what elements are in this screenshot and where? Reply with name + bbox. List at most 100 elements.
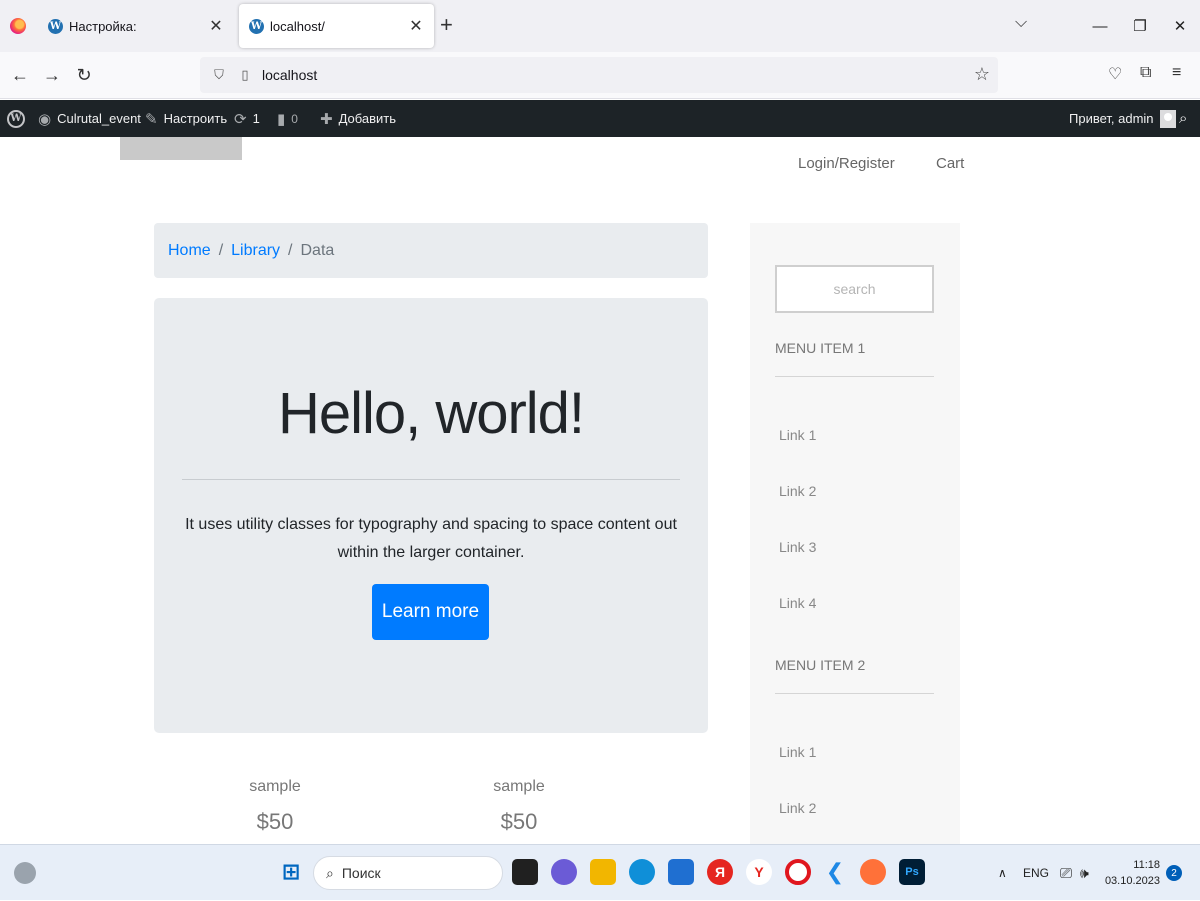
product-name: sample [493,778,545,795]
breadcrumb-home-link[interactable]: Home [168,242,211,260]
search-icon[interactable]: ⌕ [1179,100,1187,137]
volume-icon[interactable]: 🕪 [1080,845,1089,901]
edge-icon[interactable] [629,859,655,885]
tab-title: localhost/ [270,18,325,34]
wordpress-icon: W [48,18,63,34]
cart-link[interactable]: Cart [936,155,964,172]
tab-list-chevron-icon[interactable]: ⌵ [1015,14,1027,32]
widgets-icon[interactable] [14,862,36,884]
clock-date: 03.10.2023 [1104,875,1160,887]
browser-navbar: ← → ↻ ⛉ ▯ localhost ☆ ♡ ⧉ ≡ [0,52,1200,99]
site-name-link[interactable]: ◉ Culrutal_event [38,100,141,137]
sidebar-link[interactable]: Link 2 [779,483,816,499]
tray-chevron-icon[interactable]: ∧ [998,845,1007,901]
windows-taskbar: ⊞ ⌕ Поиск Я Y ❮ Ps ∧ ENG ⎚ 🕪 11:18 03.10… [0,844,1200,900]
browser-tab-strip: W Настройка: ✕ W localhost/ ✕ + ⌵ — ❐ ✕ [0,0,1200,52]
sidebar-link[interactable]: Link 1 [779,744,816,760]
customize-label: Настроить [163,111,228,126]
bookmark-star-icon[interactable]: ☆ [974,64,990,85]
comments-link[interactable]: ▮ 0 [277,100,298,137]
wordpress-icon: W [7,109,25,128]
search-input[interactable] [775,265,934,313]
yandex-icon[interactable]: Я [707,859,733,885]
reload-icon[interactable]: ↻ [72,64,96,86]
product-card[interactable]: sample $50 [459,778,579,835]
wordpress-icon: W [249,18,264,34]
search-icon: ⌕ [326,864,334,881]
sidebar-link[interactable]: Link 3 [779,539,816,555]
close-icon[interactable]: ✕ [408,16,424,36]
url-bar[interactable]: ⛉ ▯ localhost ☆ [200,57,998,93]
tab-localhost[interactable]: W localhost/ ✕ [239,4,434,48]
opera-icon[interactable] [785,859,811,885]
learn-more-button[interactable]: Learn more [372,584,489,640]
product-price: $50 [256,809,294,834]
breadcrumb-library-link[interactable]: Library [231,242,280,260]
firefox-menu-button[interactable] [0,0,36,52]
minimize-button[interactable]: — [1080,18,1120,35]
add-new-link[interactable]: ✚ Добавить [320,100,396,137]
new-tab-button[interactable]: + [440,14,453,36]
sidebar-link[interactable]: Link 4 [779,595,816,611]
site-logo[interactable] [120,137,242,160]
photoshop-icon[interactable]: Ps [899,859,925,885]
forward-arrow-icon[interactable]: → [40,64,64,86]
taskbar-search-label: Поиск [341,865,381,881]
tab-settings[interactable]: W Настройка: ✕ [38,4,234,48]
jumbotron-title: Hello, world! [277,381,585,446]
menu-icon[interactable]: ≡ [1172,64,1181,82]
network-icon[interactable]: ⎚ [1060,845,1072,901]
my-account-link[interactable]: Привет, admin [1069,100,1176,137]
firefox-taskbar-icon[interactable] [860,859,886,885]
product-name: sample [249,778,301,795]
updates-link[interactable]: ⟳ 1 [234,100,260,137]
wp-admin-bar: W ◉ Culrutal_event ✎ Настроить ⟳ 1 ▮ 0 ✚… [0,100,1200,137]
sidebar-link[interactable]: Link 1 [779,427,816,443]
store-icon[interactable] [668,859,694,885]
dashboard-icon: ◉ [38,110,52,128]
page-icon: ▯ [241,67,249,82]
breadcrumb-separator: / [288,241,293,259]
plus-icon: ✚ [320,110,333,128]
restore-button[interactable]: ❐ [1120,17,1160,35]
notification-badge[interactable]: 2 [1166,865,1182,881]
clock-time: 11:18 [1133,859,1160,871]
pocket-icon[interactable]: ♡ [1108,64,1122,84]
product-card[interactable]: sample $50 [215,778,335,835]
shield-icon[interactable]: ⛉ [210,67,228,83]
back-arrow-icon[interactable]: ← [8,64,32,86]
task-view-icon[interactable] [512,859,538,885]
jumbotron: Hello, world! It uses utility classes fo… [154,298,708,733]
product-price: $50 [500,809,538,834]
extensions-icon[interactable]: ⧉ [1140,64,1151,82]
start-windows-icon[interactable]: ⊞ [278,859,304,885]
site-name-label: Culrutal_event [57,111,141,126]
breadcrumb: Home / Library / Data [154,223,708,278]
file-explorer-icon[interactable] [590,859,616,885]
comments-count: 0 [291,111,298,126]
clock[interactable]: 11:18 03.10.2023 [1105,857,1160,889]
breadcrumb-current: Data [300,241,335,259]
brush-icon: ✎ [145,110,158,128]
firefox-icon [10,18,26,34]
breadcrumb-separator: / [218,241,224,259]
wp-logo-menu[interactable]: W [7,100,25,137]
sidebar: MENU ITEM 1 Link 1 Link 2 Link 3 Link 4 … [750,223,960,863]
menu-heading: MENU ITEM 2 [775,657,934,694]
customize-link[interactable]: ✎ Настроить [145,100,227,137]
vscode-icon[interactable]: ❮ [822,859,848,885]
jumbotron-text: It uses utility classes for typography a… [185,516,677,561]
close-icon[interactable]: ✕ [208,16,224,36]
chat-icon[interactable] [551,859,577,885]
sidebar-link[interactable]: Link 2 [779,800,816,816]
language-indicator[interactable]: ENG [1023,845,1049,901]
close-window-button[interactable]: ✕ [1160,17,1200,35]
login-register-link[interactable]: Login/Register [798,155,895,172]
divider [182,479,680,480]
menu-heading: MENU ITEM 1 [775,340,934,377]
url-text[interactable]: localhost [262,67,317,83]
taskbar-search[interactable]: ⌕ Поиск [313,856,503,890]
yandex-browser-icon[interactable]: Y [746,859,772,885]
add-new-label: Добавить [338,111,397,126]
comment-icon: ▮ [277,110,286,128]
